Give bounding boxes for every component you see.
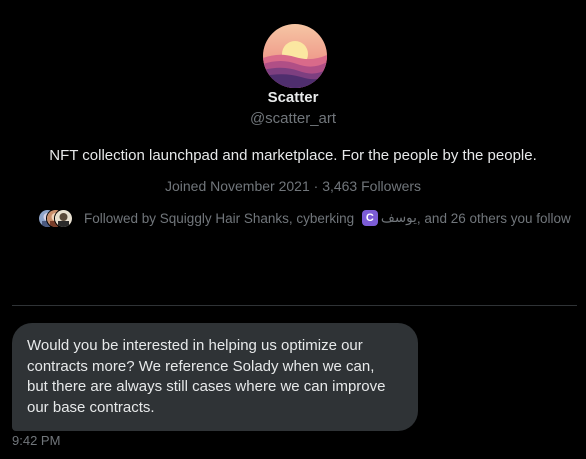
facepile-avatar bbox=[54, 209, 73, 228]
divider bbox=[12, 305, 577, 306]
message-timestamp: 9:42 PM bbox=[12, 433, 61, 448]
profile-meta: Joined November 2021 · 3,463 Followers bbox=[0, 178, 586, 194]
followed-by-row[interactable]: Followed by Squiggly Hair Shanks, cyberk… bbox=[38, 208, 571, 228]
verified-badge-icon: C bbox=[361, 210, 378, 226]
followers-count[interactable]: 3,463 Followers bbox=[322, 178, 421, 194]
followed-by-name: يوسف bbox=[380, 210, 417, 225]
profile-bio: NFT collection launchpad and marketplace… bbox=[49, 147, 537, 164]
meta-separator: · bbox=[309, 178, 323, 194]
message-bubble[interactable]: Would you be interested in helping us op… bbox=[12, 323, 418, 431]
handle[interactable]: @scatter_art bbox=[0, 110, 586, 127]
joined-date: Joined November 2021 bbox=[164, 178, 310, 194]
followed-by-suffix: , and 26 others you follow bbox=[416, 210, 571, 226]
profile-avatar[interactable] bbox=[263, 24, 327, 88]
followed-by-text: Followed by Squiggly Hair Shanks, cyberk… bbox=[84, 210, 358, 226]
facepile bbox=[38, 208, 73, 228]
display-name[interactable]: Scatter bbox=[0, 89, 586, 106]
